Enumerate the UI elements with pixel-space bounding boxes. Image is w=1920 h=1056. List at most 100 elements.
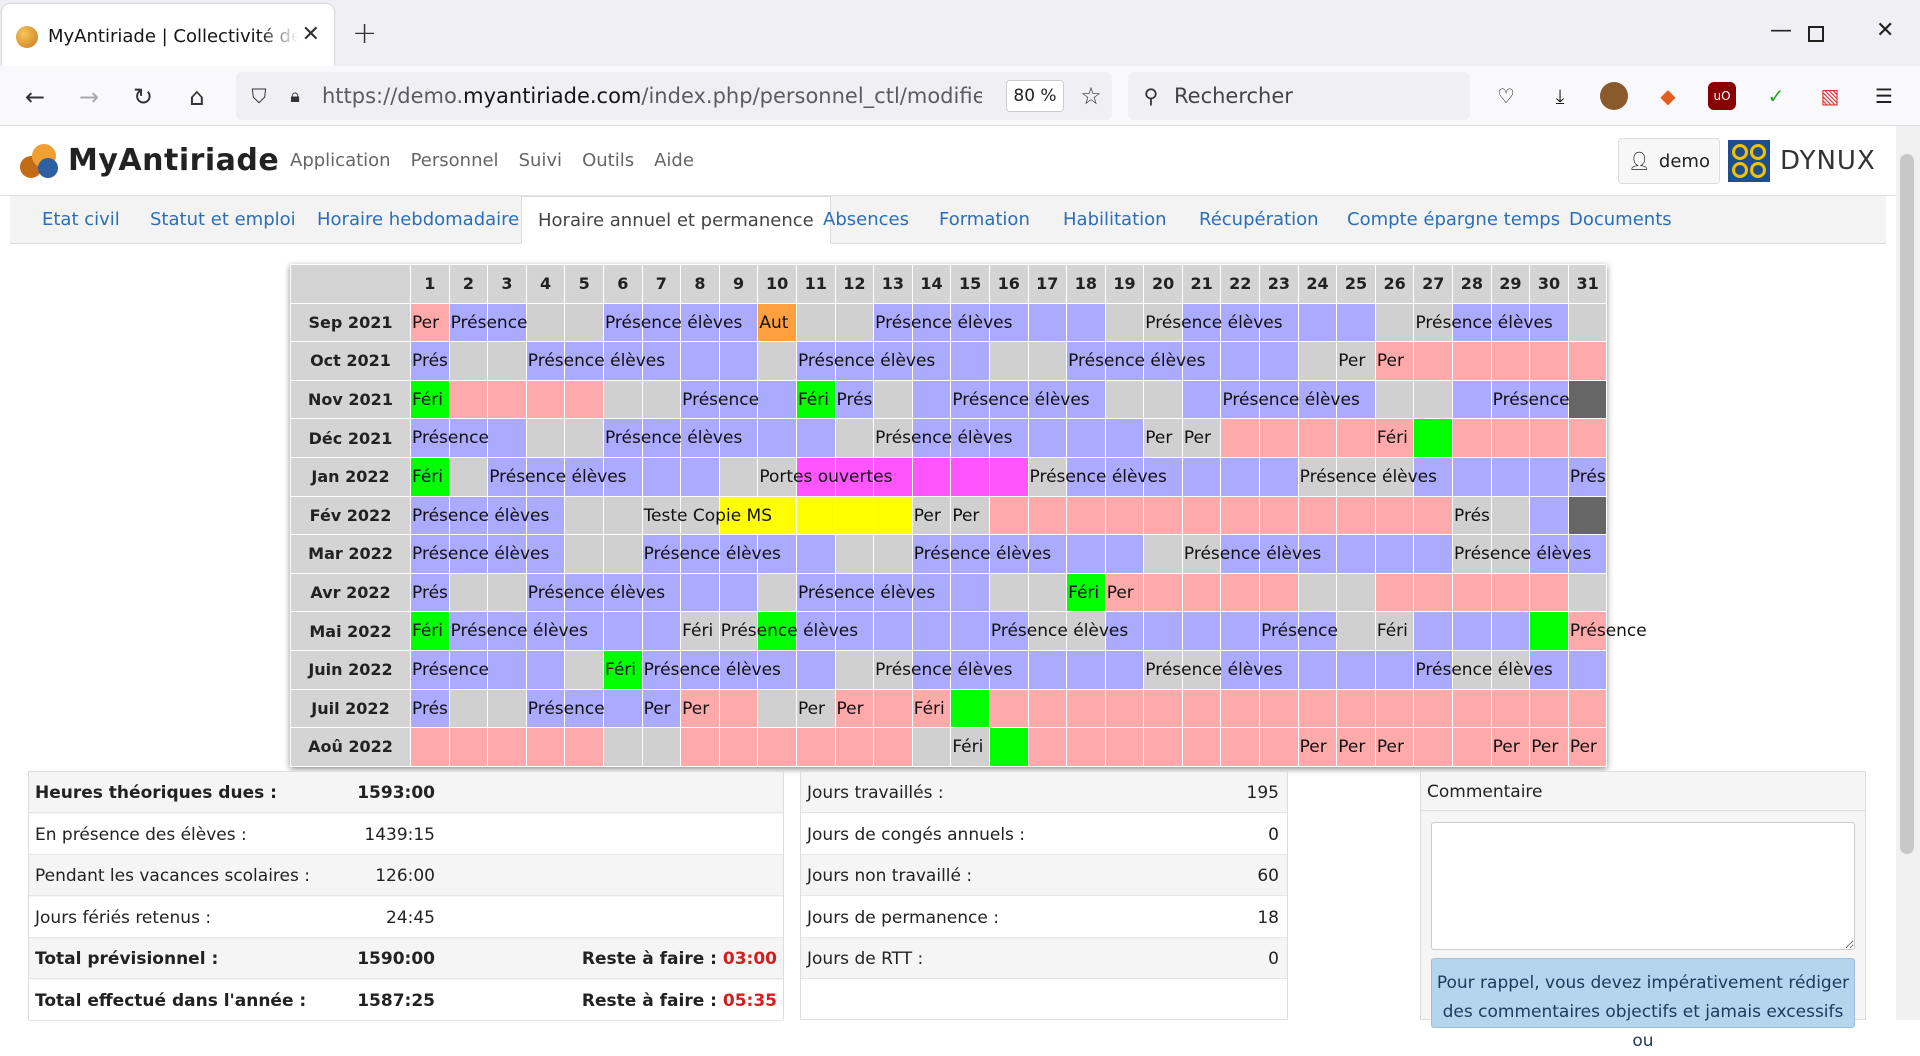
day-cell[interactable] bbox=[795, 418, 836, 458]
day-cell[interactable] bbox=[1413, 688, 1454, 729]
day-cell[interactable]: Présence élèves bbox=[718, 611, 858, 651]
day-cell[interactable]: Présence élèves bbox=[525, 341, 665, 381]
day-cell[interactable] bbox=[873, 379, 913, 420]
day-cell[interactable] bbox=[564, 534, 604, 574]
day-cell[interactable] bbox=[487, 379, 527, 420]
day-cell[interactable] bbox=[1027, 341, 1068, 381]
day-cell[interactable] bbox=[911, 379, 952, 420]
day-cell[interactable] bbox=[1413, 727, 1454, 767]
day-cell[interactable]: Prés bbox=[410, 572, 450, 613]
day-cell[interactable] bbox=[1143, 688, 1183, 729]
day-cell[interactable] bbox=[1297, 572, 1338, 613]
day-cell[interactable] bbox=[1104, 302, 1145, 343]
day-cell[interactable] bbox=[525, 418, 566, 458]
day-cell[interactable]: Teste Copie MS bbox=[641, 495, 772, 536]
tab-horaire-annuel[interactable]: Horaire annuel et permanence bbox=[521, 196, 831, 244]
day-cell[interactable] bbox=[1452, 727, 1492, 767]
day-cell[interactable] bbox=[1027, 727, 1068, 767]
scrollbar-thumb[interactable] bbox=[1900, 154, 1914, 854]
day-cell[interactable] bbox=[1104, 495, 1145, 536]
day-cell[interactable]: Présence bbox=[680, 379, 759, 420]
day-cell[interactable] bbox=[448, 688, 489, 729]
day-cell[interactable] bbox=[757, 341, 797, 381]
menu-icon[interactable]: ☰ bbox=[1870, 82, 1898, 110]
day-cell[interactable] bbox=[410, 727, 450, 767]
new-tab-icon[interactable]: + bbox=[352, 16, 377, 51]
home-icon[interactable]: ⌂ bbox=[180, 80, 214, 114]
day-cell[interactable] bbox=[1490, 611, 1531, 651]
day-cell[interactable] bbox=[1336, 302, 1376, 343]
day-cell[interactable] bbox=[1027, 495, 1068, 536]
day-cell[interactable] bbox=[1374, 688, 1415, 729]
day-cell[interactable] bbox=[448, 572, 489, 613]
day-cell[interactable]: Présence élèves bbox=[950, 379, 1090, 420]
day-cell[interactable]: Présence élèves bbox=[487, 456, 627, 497]
tab-horaire-hebdomadaire[interactable]: Horaire hebdomadaire bbox=[301, 196, 535, 244]
day-cell[interactable]: Per bbox=[1490, 727, 1531, 767]
day-cell[interactable]: Présence élèves bbox=[1143, 649, 1283, 690]
day-cell[interactable] bbox=[1413, 495, 1454, 536]
day-cell[interactable] bbox=[448, 341, 489, 381]
day-cell[interactable]: Prés bbox=[834, 379, 875, 420]
day-cell[interactable] bbox=[1567, 649, 1608, 690]
day-cell[interactable]: Présence élèves bbox=[602, 302, 742, 343]
day-cell[interactable] bbox=[1336, 649, 1376, 690]
day-cell[interactable] bbox=[988, 456, 1029, 497]
day-cell[interactable]: Féri bbox=[1374, 418, 1415, 458]
day-cell[interactable] bbox=[1027, 302, 1068, 343]
day-cell[interactable] bbox=[1490, 418, 1531, 458]
day-cell[interactable] bbox=[757, 418, 797, 458]
url-bar[interactable]: ⛉ 🔒︎ https://demo.myantiriade.com/index.… bbox=[236, 72, 1112, 120]
day-cell[interactable] bbox=[1452, 379, 1492, 420]
day-cell[interactable] bbox=[1529, 688, 1569, 729]
close-tab-icon[interactable]: ✕ bbox=[302, 22, 320, 47]
day-cell[interactable] bbox=[1452, 572, 1492, 613]
day-cell[interactable]: Présence élèves bbox=[525, 572, 665, 613]
day-cell[interactable] bbox=[487, 341, 527, 381]
day-cell[interactable] bbox=[1567, 418, 1608, 458]
day-cell[interactable] bbox=[718, 341, 759, 381]
color-extension-icon[interactable]: ▧ bbox=[1816, 82, 1844, 110]
day-cell[interactable]: Per bbox=[1181, 418, 1222, 458]
day-cell[interactable] bbox=[1567, 341, 1608, 381]
day-cell[interactable] bbox=[602, 495, 643, 536]
day-cell[interactable] bbox=[487, 418, 527, 458]
back-icon[interactable]: ← bbox=[18, 80, 52, 114]
day-cell[interactable] bbox=[1220, 727, 1261, 767]
day-cell[interactable] bbox=[834, 727, 875, 767]
day-cell[interactable] bbox=[757, 688, 797, 729]
day-cell[interactable] bbox=[564, 418, 604, 458]
tab-habilitation[interactable]: Habilitation bbox=[1047, 196, 1183, 244]
day-cell[interactable] bbox=[911, 456, 952, 497]
day-cell[interactable] bbox=[1104, 379, 1145, 420]
day-cell[interactable] bbox=[1413, 418, 1454, 458]
day-cell[interactable] bbox=[1220, 495, 1261, 536]
day-cell[interactable]: Prés bbox=[1452, 495, 1492, 536]
day-cell[interactable] bbox=[1413, 379, 1454, 420]
day-cell[interactable]: Féri bbox=[1066, 572, 1106, 613]
day-cell[interactable] bbox=[1452, 418, 1492, 458]
day-cell[interactable] bbox=[1143, 534, 1183, 574]
day-cell[interactable]: Présence bbox=[1259, 611, 1338, 651]
day-cell[interactable] bbox=[1181, 688, 1222, 729]
day-cell[interactable] bbox=[1066, 649, 1106, 690]
day-cell[interactable]: Présence bbox=[448, 302, 528, 343]
shield-icon[interactable]: ⛉ bbox=[242, 79, 276, 113]
day-cell[interactable] bbox=[1259, 495, 1299, 536]
url-text[interactable]: https://demo.myantiriade.com/index.php/p… bbox=[322, 84, 982, 108]
day-cell[interactable] bbox=[564, 727, 604, 767]
nav-outils[interactable]: Outils bbox=[582, 150, 634, 171]
day-cell[interactable] bbox=[1413, 341, 1454, 381]
day-cell[interactable] bbox=[1413, 572, 1454, 613]
day-cell[interactable]: Féri bbox=[911, 688, 952, 729]
day-cell[interactable]: Féri bbox=[602, 649, 643, 690]
day-cell[interactable]: Féri bbox=[795, 379, 836, 420]
day-cell[interactable] bbox=[487, 572, 527, 613]
restore-icon[interactable] bbox=[1808, 26, 1824, 42]
day-cell[interactable] bbox=[1374, 495, 1415, 536]
day-cell[interactable] bbox=[564, 302, 604, 343]
day-cell[interactable]: Per bbox=[911, 495, 952, 536]
day-cell[interactable] bbox=[680, 456, 720, 497]
day-cell[interactable]: Per bbox=[1104, 572, 1145, 613]
day-cell[interactable] bbox=[1066, 302, 1106, 343]
